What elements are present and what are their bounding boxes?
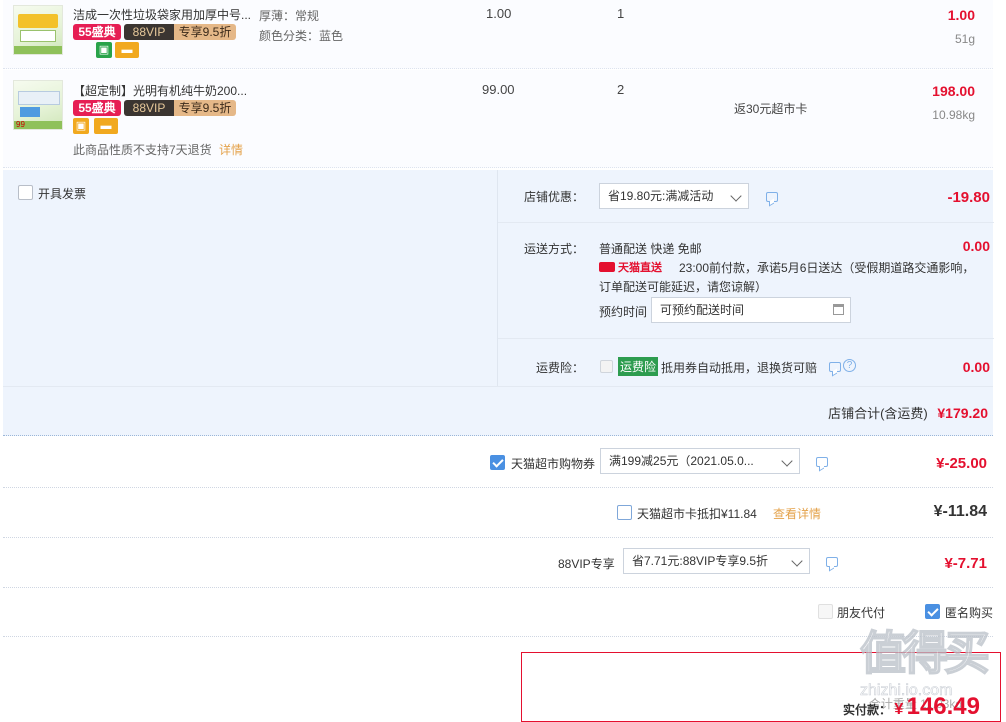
rebate-note: 返30元超市卡 [734, 102, 808, 116]
vip-label: 88VIP [124, 100, 174, 116]
card-detail-link[interactable]: 查看详情 [773, 505, 821, 522]
vip-tag: 88VIP 专享9.5折 [124, 100, 236, 116]
card-icon: ▬ [94, 118, 118, 134]
vip-discount-amount: ¥-7.71 [944, 555, 987, 572]
card-label: 天猫超市卡抵扣¥11.84 [637, 507, 757, 521]
store-discount-amount: -19.80 [947, 189, 990, 206]
store-total-label: 店铺合计(含运费) [828, 406, 928, 421]
promo-tag: 55盛典 [73, 24, 121, 40]
card-checkbox[interactable] [617, 505, 632, 520]
return-policy-text: 此商品性质不支持7天退货 [73, 143, 212, 157]
order-item: 洁成一次性垃圾袋家用加厚中号... 55盛典 88VIP 专享9.5折 ▣ ▬ … [3, 0, 993, 69]
friend-pay-checkbox [818, 604, 833, 619]
divider [498, 222, 994, 223]
vip-discount-label: 88VIP专享 [558, 557, 615, 571]
item-attr-thickness: 厚薄：常规 [259, 9, 320, 23]
friend-pay-label: 朋友代付 [837, 606, 886, 620]
shipping-label: 运送方式： [524, 242, 585, 256]
vip-discount-select[interactable]: 省7.71元:88VIP专享9.5折 [623, 548, 810, 574]
product-thumbnail[interactable]: 99 [13, 80, 63, 130]
store-total: 店铺合计(含运费) ¥179.20 [828, 403, 988, 422]
invoice-label: 开具发票 [38, 187, 87, 201]
reserve-time-input[interactable]: 可预约配送时间 [651, 297, 851, 323]
item-total: 1.00 [947, 7, 975, 23]
vip-tag: 88VIP 专享9.5折 [124, 24, 236, 40]
product-thumbnail[interactable] [13, 5, 63, 55]
watermark: 值得买 zhizhi.io.com [859, 627, 1000, 714]
quantity: 1 [617, 6, 625, 21]
insurance-tag: 运费险 [618, 357, 659, 376]
detail-link[interactable]: 详情 [219, 143, 243, 157]
insurance-amount: 0.00 [962, 359, 990, 375]
return-policy-note: 此商品性质不支持7天退货 详情 [73, 141, 243, 158]
anonymous-label: 匿名购买 [945, 606, 994, 620]
chevron-down-icon [730, 190, 742, 202]
order-item: 99 【超定制】光明有机纯牛奶200... 55盛典 88VIP 专享9.5折 … [3, 70, 993, 168]
coupon-select[interactable]: 满199减25元（2021.05.0... [600, 448, 800, 474]
insurance-label: 运费险： [536, 361, 585, 375]
coupon-checkbox[interactable] [490, 455, 505, 470]
gift-icon: ▣ [73, 118, 89, 134]
vip-label: 88VIP [124, 24, 174, 40]
invoice-checkbox[interactable] [18, 185, 33, 200]
unit-price: 1.00 [486, 6, 512, 21]
watermark-logo: 值得买 [859, 627, 991, 679]
comment-icon[interactable] [766, 192, 778, 202]
shipping-amount: 0.00 [962, 238, 990, 254]
store-options-panel: 开具发票 店铺优惠： 省19.80元:满减活动 -19.80 运送方式： 普通配… [3, 170, 994, 436]
coupon-value: 满199减25元（2021.05.0... [609, 454, 754, 468]
item-attr-color: 颜色分类：蓝色 [259, 29, 344, 43]
coupon-label: 天猫超市购物券 [511, 457, 596, 471]
divider [3, 386, 993, 387]
tmall-direct-badge: 天猫直送 [599, 259, 662, 274]
reserve-time-placeholder: 可预约配送时间 [660, 303, 745, 317]
delivery-notice-line2: 订单配送可能延迟，请您谅解） [599, 280, 768, 294]
delivery-notice-line1: 23:00前付款，承诺5月6日送达（受假期道路交通影响， [679, 261, 975, 275]
comment-icon[interactable] [816, 457, 828, 467]
divider [498, 338, 994, 339]
thumb-badge: 99 [16, 120, 25, 129]
store-options-right: 店铺优惠： 省19.80元:满减活动 -19.80 运送方式： 普通配送 快递 … [497, 170, 994, 386]
divider [3, 587, 993, 588]
unit-price: 99.00 [482, 82, 515, 97]
item-total: 198.00 [932, 83, 975, 99]
store-total-amount: ¥179.20 [937, 405, 988, 421]
insurance-checkbox [600, 360, 613, 373]
vip-discount-value: 省7.71元:88VIP专享9.5折 [632, 554, 769, 568]
comment-icon[interactable] [826, 557, 838, 567]
watermark-url: zhizhi.io.com [860, 682, 953, 700]
divider [3, 636, 993, 637]
store-discount-select[interactable]: 省19.80元:满减活动 [599, 183, 749, 209]
divider [3, 487, 993, 488]
item-weight: 10.98kg [932, 108, 975, 122]
card-amount: ¥-11.84 [933, 503, 987, 520]
help-icon[interactable]: ? [843, 359, 856, 372]
vip-discount: 专享9.5折 [174, 100, 236, 116]
chevron-down-icon [781, 455, 793, 467]
item-weight: 51g [954, 32, 975, 46]
quantity: 2 [617, 82, 625, 97]
gift-icon: ▣ [96, 42, 112, 58]
item-name[interactable]: 洁成一次性垃圾袋家用加厚中号... [73, 6, 255, 23]
tmall-icon [599, 262, 615, 272]
store-discount-value: 省19.80元:满减活动 [608, 189, 714, 203]
calendar-icon [833, 304, 844, 315]
anonymous-checkbox[interactable] [925, 604, 940, 619]
vip-discount: 专享9.5折 [174, 24, 236, 40]
shipping-method: 普通配送 快递 免邮 [599, 242, 702, 256]
chevron-down-icon [791, 555, 803, 567]
insurance-desc: 抵用券自动抵用，退换货可赔 [661, 361, 818, 375]
reserve-time-label: 预约时间 [599, 305, 648, 319]
comment-icon[interactable] [829, 362, 841, 372]
divider [3, 537, 993, 538]
promo-tag: 55盛典 [73, 100, 121, 116]
coupon-amount: ¥-25.00 [936, 455, 987, 472]
item-name[interactable]: 【超定制】光明有机纯牛奶200... [73, 82, 255, 99]
card-icon: ▬ [115, 42, 139, 58]
tmall-direct-text: 天猫直送 [618, 262, 662, 274]
store-discount-label: 店铺优惠： [524, 190, 585, 204]
